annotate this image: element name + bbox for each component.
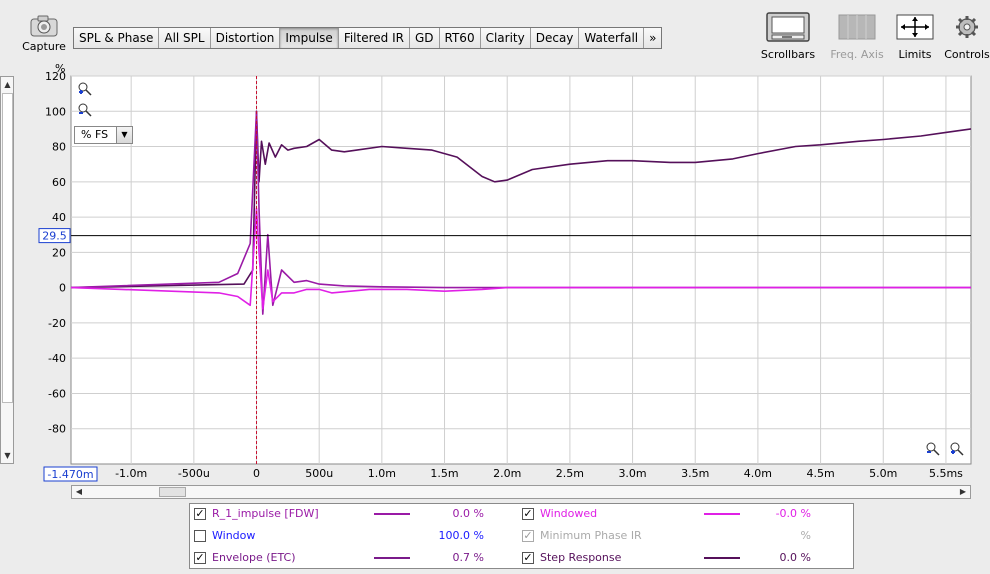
- scrollbars-label: Scrollbars: [760, 48, 816, 61]
- envelope-etc-value: 0.7 %: [452, 551, 484, 564]
- plot-area[interactable]: [70, 75, 972, 465]
- tab-gd[interactable]: GD: [409, 28, 440, 48]
- windowed-value: -0.0 %: [775, 507, 811, 520]
- freq-axis-button[interactable]: Freq. Axis: [826, 12, 888, 61]
- x-tick-label: 5.0m: [869, 467, 897, 480]
- windowed-checkbox[interactable]: ✓: [522, 508, 534, 520]
- r1-impulse-value: 0.0 %: [452, 507, 484, 520]
- tab-distortion[interactable]: Distortion: [210, 28, 281, 48]
- y-tick-label: -60: [48, 387, 66, 400]
- y-tick-label: -40: [48, 352, 66, 365]
- y-tick-label: 20: [52, 246, 66, 259]
- tab-waterfall[interactable]: Waterfall: [579, 28, 645, 48]
- y-tick-label: -80: [48, 423, 66, 436]
- x-tick-labels: -1.0m -500u 0 500u 1.0m 1.5m 2.0m 2.5m 3.0m 3.5m 4…: [115, 467, 963, 480]
- y-unit-dropdown[interactable]: % FS ▼: [74, 126, 133, 144]
- camera-icon: [30, 15, 58, 37]
- x-tick-label: 1.5m: [430, 467, 458, 480]
- y-tick-label: 60: [52, 176, 66, 189]
- toolbar: Capture SPL & Phase All SPL Distortion I…: [0, 0, 990, 68]
- limits-arrows-icon: [896, 14, 934, 40]
- x-tick-label: 0: [253, 467, 260, 480]
- scroll-left-arrow-icon[interactable]: ◀: [73, 486, 85, 498]
- trace-legend: ✓ R_1_impulse [FDW] 0.0 % ✓ Windowed -0.…: [189, 503, 854, 569]
- windowed-line-swatch: [704, 513, 740, 515]
- y-tick-label: 100: [45, 105, 66, 118]
- gear-icon: [956, 16, 978, 38]
- r1-impulse-checkbox[interactable]: ✓: [194, 508, 206, 520]
- capture-label: Capture: [22, 40, 66, 53]
- x-tick-label: 3.5m: [681, 467, 709, 480]
- y-tick-labels: 120 100 80 60 40 20 0 -20 -40 -60 -80: [45, 70, 66, 436]
- minimum-phase-ir-name: Minimum Phase IR: [540, 529, 642, 542]
- y-unit-dropdown-value: % FS: [81, 128, 109, 141]
- y-tick-label: 80: [52, 141, 66, 154]
- y-tick-label: 40: [52, 211, 66, 224]
- x-tick-label: 2.0m: [493, 467, 521, 480]
- capture-button[interactable]: Capture: [18, 14, 70, 53]
- freq-axis-icon: [838, 14, 876, 40]
- window-name: Window: [212, 529, 256, 542]
- impulse-plot-svg[interactable]: 120 100 80 60 40 20 0 -20 -40 -60 -80 -1.0m -500u 0 5…: [0, 70, 990, 482]
- envelope-etc-name: Envelope (ETC): [212, 551, 296, 564]
- tab-impulse[interactable]: Impulse: [280, 28, 339, 48]
- legend-row-minimum-phase-ir: ✓ Minimum Phase IR %: [522, 527, 852, 545]
- step-response-name: Step Response: [540, 551, 622, 564]
- x-tick-label: -500u: [178, 467, 210, 480]
- tab-decay[interactable]: Decay: [530, 28, 580, 48]
- x-tick-label: 4.5m: [806, 467, 834, 480]
- graph-tab-bar: SPL & Phase All SPL Distortion Impulse F…: [73, 27, 663, 49]
- legend-row-envelope-etc: ✓ Envelope (ETC) 0.7 %: [194, 549, 524, 567]
- envelope-etc-checkbox[interactable]: ✓: [194, 552, 206, 564]
- x-tick-label: 3.0m: [618, 467, 646, 480]
- x-tick-label: 4.0m: [744, 467, 772, 480]
- x-tick-label: -1.0m: [115, 467, 147, 480]
- r1-impulse-name: R_1_impulse [FDW]: [212, 507, 319, 520]
- cursor-y-readout: 29.5: [42, 230, 67, 243]
- x-tick-label: 500u: [305, 467, 333, 480]
- windowed-name: Windowed: [540, 507, 598, 520]
- step-response-line-swatch: [704, 557, 740, 559]
- legend-row-windowed: ✓ Windowed -0.0 %: [522, 505, 852, 523]
- x-tick-label: 2.5m: [556, 467, 584, 480]
- scrollbars-button[interactable]: Scrollbars: [759, 12, 817, 61]
- tab-clarity[interactable]: Clarity: [480, 28, 531, 48]
- x-tick-label: 1.0m: [368, 467, 396, 480]
- y-tick-label: -20: [48, 317, 66, 330]
- legend-row-step-response: ✓ Step Response 0.0 %: [522, 549, 852, 567]
- tab-rt60[interactable]: RT60: [439, 28, 481, 48]
- step-response-checkbox[interactable]: ✓: [522, 552, 534, 564]
- window-checkbox[interactable]: [194, 530, 206, 542]
- legend-row-window: Window 100.0 %: [194, 527, 524, 545]
- minimum-phase-ir-value: %: [800, 529, 811, 542]
- r1-impulse-line-swatch: [374, 513, 410, 515]
- envelope-etc-line-swatch: [374, 557, 410, 559]
- x-tick-label: 5.5ms: [929, 467, 963, 480]
- controls-label: Controls: [944, 48, 990, 61]
- impulse-graph[interactable]: 120 100 80 60 40 20 0 -20 -40 -60 -80 -1.0m -500u 0 5…: [0, 70, 990, 482]
- tab-spl-phase[interactable]: SPL & Phase: [74, 28, 160, 48]
- window-value: 100.0 %: [438, 529, 484, 542]
- minimum-phase-ir-checkbox[interactable]: ✓: [522, 530, 534, 542]
- limits-label: Limits: [898, 48, 932, 61]
- horizontal-scrollbar[interactable]: ◀ ▶: [71, 485, 971, 499]
- scrollbars-icon: [766, 12, 810, 42]
- horizontal-scroll-thumb[interactable]: [159, 487, 186, 497]
- scroll-right-arrow-icon[interactable]: ▶: [957, 486, 969, 498]
- y-tick-label: 0: [59, 282, 66, 295]
- freq-axis-label: Freq. Axis: [830, 48, 884, 61]
- controls-button[interactable]: Controls: [944, 12, 990, 61]
- limits-button[interactable]: Limits: [893, 12, 937, 61]
- tab-filtered-ir[interactable]: Filtered IR: [338, 28, 410, 48]
- step-response-value: 0.0 %: [779, 551, 811, 564]
- chevron-down-icon[interactable]: ▼: [116, 127, 132, 143]
- y-tick-label: 120: [45, 70, 66, 83]
- tab-more-overflow[interactable]: »: [644, 28, 662, 48]
- legend-row-r1-impulse: ✓ R_1_impulse [FDW] 0.0 %: [194, 505, 524, 523]
- cursor-x-readout: -1.470m: [47, 468, 93, 481]
- tab-all-spl[interactable]: All SPL: [159, 28, 211, 48]
